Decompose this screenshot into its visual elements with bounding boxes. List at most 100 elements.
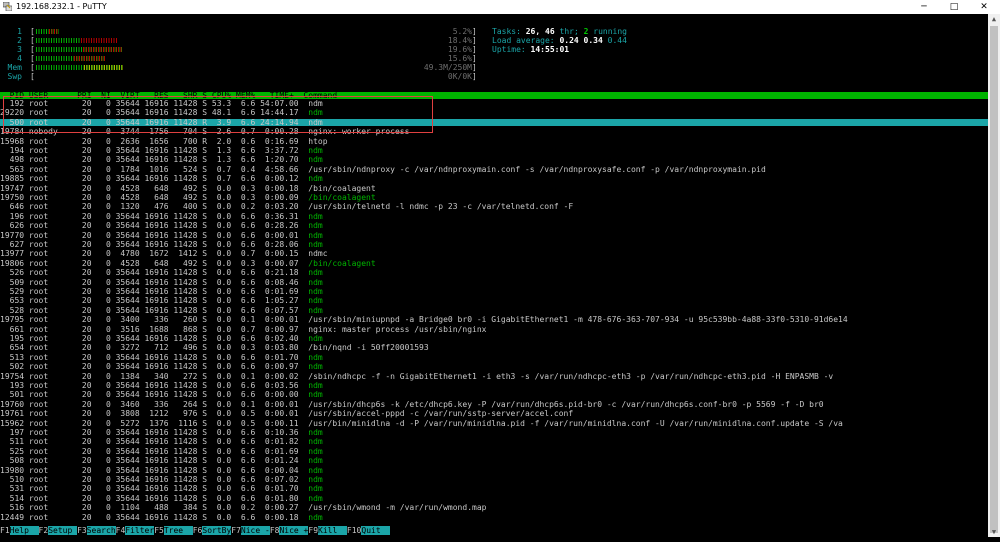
process-command: ndm: [308, 211, 323, 221]
fkey-f1[interactable]: F1: [0, 526, 10, 535]
meter-bracket-open: [: [30, 36, 35, 45]
process-command: ndm: [308, 512, 323, 522]
process-row[interactable]: 15968 root 20 0 2636 1656 700 R 2.0 0.6 …: [0, 137, 328, 145]
process-row[interactable]: 531 root 20 0 35644 16916 11428 S 0.0 6.…: [0, 484, 323, 494]
meter-label: 3: [17, 45, 22, 54]
fkey-f3[interactable]: F3: [77, 526, 87, 535]
process-row[interactable]: 653 root 20 0 35644 16916 11428 S 0.0 6.…: [0, 297, 323, 305]
process-row[interactable]: 510 root 20 0 35644 16916 11428 S 0.0 6.…: [0, 476, 323, 484]
vertical-scrollbar[interactable]: ▲ ▼: [988, 14, 1000, 537]
meter-bar: [36, 56, 105, 61]
process-fields: 193 root 20 0 35644 16916 11428 S 0.0 6.…: [0, 381, 309, 390]
process-row[interactable]: 528 root 20 0 35644 16916 11428 S 0.0 6.…: [0, 305, 323, 315]
process-command: /bin/nqnd -i 50ff20001593: [308, 343, 429, 353]
fkey-label[interactable]: Nice +: [279, 526, 309, 535]
process-row[interactable]: 15962 root 20 0 5272 1376 1116 S 0.0 0.5…: [0, 418, 843, 428]
fkey-label[interactable]: Tree: [163, 526, 193, 535]
process-row[interactable]: 502 root 20 0 35644 16916 11428 S 0.0 6.…: [0, 362, 323, 372]
process-row[interactable]: 194 root 20 0 35644 16916 11428 S 1.3 6.…: [0, 147, 323, 155]
process-row[interactable]: 563 root 20 0 1784 1016 524 S 0.7 0.4 4:…: [0, 164, 766, 174]
process-row[interactable]: 529 root 20 0 35644 16916 11428 S 0.0 6.…: [0, 287, 323, 296]
meter-label: 1: [17, 27, 22, 36]
fkey-label[interactable]: Filter: [125, 526, 155, 535]
process-fields: 500 root 20 0 35644 16916 11428 R 3.9 6.…: [0, 117, 309, 127]
process-row[interactable]: 195 root 20 0 35644 16916 11428 S 0.0 6.…: [0, 335, 323, 343]
process-fields: 197 root 20 0 35644 16916 11428 S 0.0 6.…: [0, 428, 309, 437]
process-row[interactable]: 19761 root 20 0 3808 1212 976 S 0.0 0.5 …: [0, 410, 573, 418]
process-row[interactable]: 626 root 20 0 35644 16916 11428 S 0.0 6.…: [0, 222, 323, 230]
process-row[interactable]: 498 root 20 0 35644 16916 11428 S 1.3 6.…: [0, 156, 323, 164]
process-fields: 654 root 20 0 3272 712 496 S 0.0 0.3 0:0…: [0, 343, 309, 353]
fkey-f2[interactable]: F2: [39, 526, 49, 535]
process-row[interactable]: 513 root 20 0 35644 16916 11428 S 0.0 6.…: [0, 353, 323, 361]
fkey-label[interactable]: Nice -: [240, 526, 270, 535]
fkey-label[interactable]: SortBy: [202, 526, 232, 535]
process-row[interactable]: 19754 root 20 0 1384 340 272 S 0.0 0.1 0…: [0, 372, 833, 380]
scroll-down-arrow-icon[interactable]: ▼: [990, 528, 998, 536]
process-fields: 15962 root 20 0 5272 1376 1116 S 0.0 0.5…: [0, 418, 309, 428]
process-row[interactable]: 193 root 20 0 35644 16916 11428 S 0.0 6.…: [0, 381, 323, 390]
fkey-label[interactable]: Setup: [48, 526, 78, 535]
process-row[interactable]: 192 root 20 0 35644 16916 11428 S 53.3 6…: [0, 100, 323, 108]
process-row[interactable]: 196 root 20 0 35644 16916 11428 S 0.0 6.…: [0, 211, 323, 221]
fkey-f4[interactable]: F4: [116, 526, 126, 535]
fkey-f9[interactable]: F9: [308, 526, 318, 535]
process-row[interactable]: 525 root 20 0 35644 16916 11428 S 0.0 6.…: [0, 447, 323, 455]
process-fields: 529 root 20 0 35644 16916 11428 S 0.0 6.…: [0, 287, 309, 296]
maximize-button[interactable]: □: [940, 0, 968, 14]
meter-bracket-close: ]: [472, 54, 477, 63]
process-row[interactable]: 19806 root 20 0 4528 648 492 S 0.0 0.3 0…: [0, 258, 376, 268]
process-row[interactable]: 19784 nobody 20 0 3744 1756 704 S 2.6 0.…: [0, 128, 409, 136]
process-row[interactable]: 654 root 20 0 3272 712 496 S 0.0 0.3 0:0…: [0, 343, 429, 353]
process-row[interactable]: 12449 root 20 0 35644 16916 11428 S 0.0 …: [0, 512, 323, 522]
process-row[interactable]: 514 root 20 0 35644 16916 11428 S 0.0 6.…: [0, 493, 323, 503]
process-command: ndm: [308, 362, 323, 372]
close-button[interactable]: ✕: [970, 0, 998, 14]
process-row[interactable]: 627 root 20 0 35644 16916 11428 S 0.0 6.…: [0, 241, 323, 249]
process-row[interactable]: 661 root 20 0 3516 1688 868 S 0.0 0.7 0:…: [0, 325, 487, 333]
process-row[interactable]: 511 root 20 0 35644 16916 11428 S 0.0 6.…: [0, 437, 323, 447]
fkey-label[interactable]: Quit: [361, 526, 391, 535]
process-row[interactable]: 19795 root 20 0 3400 336 260 S 0.0 0.1 0…: [0, 316, 848, 324]
fkey-f5[interactable]: F5: [154, 526, 164, 535]
process-row[interactable]: 509 root 20 0 35644 16916 11428 S 0.0 6.…: [0, 278, 323, 286]
process-row[interactable]: 508 root 20 0 35644 16916 11428 S 0.0 6.…: [0, 457, 323, 465]
process-command: /usr/sbin/dhcp6s -k /etc/dhcp6.key -P /v…: [308, 399, 824, 409]
process-row[interactable]: 646 root 20 0 1320 476 400 S 0.0 0.2 0:0…: [0, 203, 574, 211]
process-command: ndm: [308, 390, 323, 400]
process-row[interactable]: 500 root 20 0 35644 16916 11428 R 3.9 6.…: [0, 117, 988, 127]
fkey-f10[interactable]: F10: [347, 526, 361, 535]
minimize-button[interactable]: ─: [910, 0, 938, 14]
process-row[interactable]: 19885 root 20 0 35644 16916 11428 S 0.7 …: [0, 175, 323, 183]
process-command: /usr/sbin/ndnproxy -c /var/ndnproxymain.…: [308, 164, 766, 174]
process-row[interactable]: 13980 root 20 0 35644 16916 11428 S 0.0 …: [0, 466, 323, 474]
terminal[interactable]: 1 [5.2%] 2 [18.4%] 3 [19.6%] 4 [15.6%] Mem [49.3M…: [0, 14, 988, 537]
process-row[interactable]: 29220 root 20 0 35644 16916 11428 S 48.1…: [0, 109, 323, 117]
process-fields: 501 root 20 0 35644 16916 11428 S 0.0 6.…: [0, 390, 309, 400]
process-row[interactable]: 526 root 20 0 35644 16916 11428 S 0.0 6.…: [0, 268, 323, 278]
process-fields: 528 root 20 0 35644 16916 11428 S 0.0 6.…: [0, 305, 309, 315]
process-row[interactable]: 19750 root 20 0 4528 648 492 S 0.0 0.3 0…: [0, 194, 376, 202]
process-fields: 511 root 20 0 35644 16916 11428 S 0.0 6.…: [0, 437, 309, 447]
fkey-label[interactable]: Search: [86, 526, 116, 535]
process-row[interactable]: 19747 root 20 0 4528 648 492 S 0.0 0.3 0…: [0, 184, 376, 192]
process-row[interactable]: 501 root 20 0 35644 16916 11428 S 0.0 6.…: [0, 390, 323, 400]
fkey-f7[interactable]: F7: [231, 526, 241, 535]
process-fields: 531 root 20 0 35644 16916 11428 S 0.0 6.…: [0, 484, 309, 494]
process-row[interactable]: 516 root 20 0 1104 488 384 S 0.0 0.2 0:0…: [0, 504, 487, 512]
fkey-label[interactable]: Help: [9, 526, 39, 535]
process-row[interactable]: 197 root 20 0 35644 16916 11428 S 0.0 6.…: [0, 428, 323, 437]
fkey-f6[interactable]: F6: [193, 526, 203, 535]
fkey-label[interactable]: Kill: [318, 526, 347, 535]
process-command: ndm: [308, 287, 323, 296]
process-row[interactable]: 19770 root 20 0 35644 16916 11428 S 0.0 …: [0, 231, 323, 239]
process-command: ndm: [308, 493, 323, 503]
meter-bracket-open: [: [30, 63, 35, 72]
process-command: /bin/coalagent: [308, 258, 376, 268]
process-command: ndm: [308, 305, 323, 315]
scroll-thumb[interactable]: [990, 26, 998, 533]
process-fields: 526 root 20 0 35644 16916 11428 S 0.0 6.…: [0, 268, 309, 278]
process-row[interactable]: 19760 root 20 0 3460 336 264 S 0.0 0.1 0…: [0, 399, 824, 409]
scroll-up-arrow-icon[interactable]: ▲: [990, 15, 998, 23]
process-row[interactable]: 13977 root 20 0 4780 1672 1412 S 0.0 0.7…: [0, 250, 328, 258]
